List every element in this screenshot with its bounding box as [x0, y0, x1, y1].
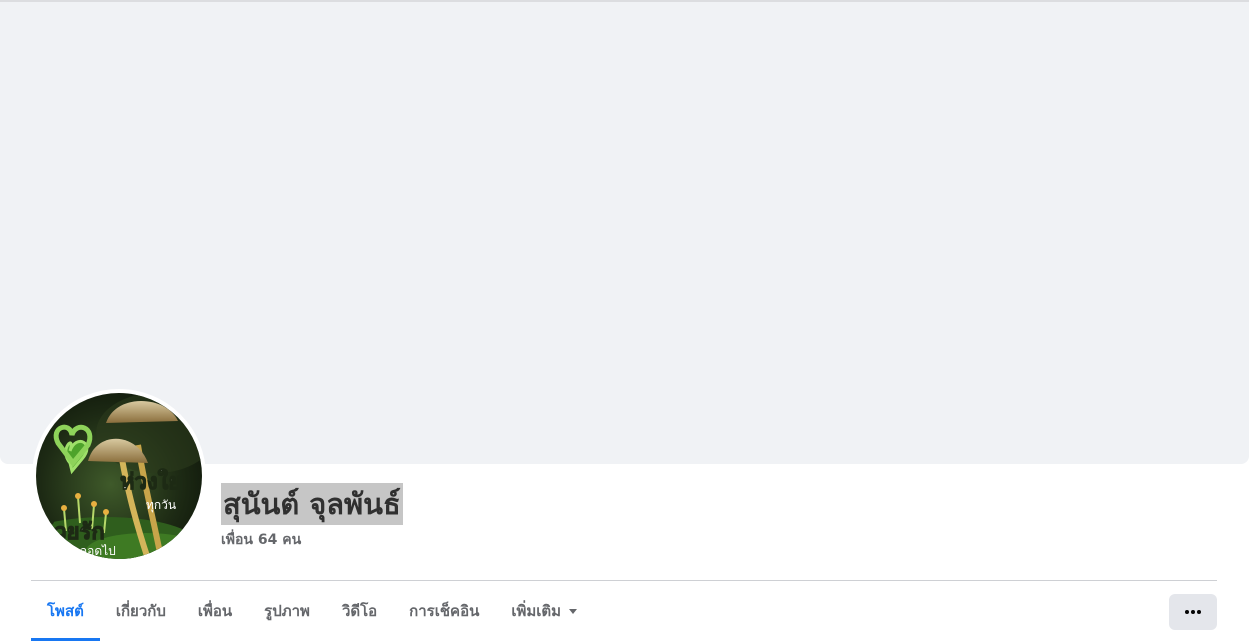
chevron-down-icon [569, 608, 578, 614]
avatar-text-1: ห่วงใย [120, 468, 181, 495]
scrollbar-gutter [1249, 0, 1254, 641]
friends-count-link[interactable]: เพื่อน 64 คน [221, 530, 301, 550]
avatar-text-4: ตลอดไป [72, 544, 116, 558]
avatar-text-2: ทุกวัน [146, 498, 176, 513]
more-options-button[interactable] [1169, 594, 1217, 630]
tab-label: การเช็คอิน [409, 602, 480, 620]
tab-label: เพื่อน [197, 602, 233, 620]
tab-friends[interactable]: เพื่อน [182, 581, 248, 641]
tab-photos[interactable]: รูปภาพ [248, 581, 326, 641]
profile-name: สุนันต์ จุลพันธ์ [221, 483, 403, 525]
more-horizontal-icon [1185, 610, 1201, 614]
tab-label: เกี่ยวกับ [115, 602, 166, 620]
tab-label: รูปภาพ [264, 602, 310, 620]
tab-about[interactable]: เกี่ยวกับ [100, 581, 182, 641]
profile-tabs: โพสต์ เกี่ยวกับ เพื่อน รูปภาพ วิดีโอ การ… [31, 581, 593, 641]
profile-page: ห่วงใย ทุกวัน ด้วยรัก ตลอดไป สุนันต์ จุล… [0, 0, 1254, 641]
avatar-text-3: ด้วยรัก [40, 520, 105, 545]
tab-posts[interactable]: โพสต์ [31, 581, 100, 641]
tab-more[interactable]: เพิ่มเติม [495, 581, 593, 641]
tab-videos[interactable]: วิดีโอ [326, 581, 393, 641]
tab-label: เพิ่มเติม [511, 602, 562, 620]
avatar-image: ห่วงใย ทุกวัน ด้วยรัก ตลอดไป [36, 393, 202, 559]
tab-label: วิดีโอ [341, 602, 378, 620]
profile-avatar[interactable]: ห่วงใย ทุกวัน ด้วยรัก ตลอดไป [32, 389, 206, 563]
tab-checkins[interactable]: การเช็คอิน [393, 581, 495, 641]
tab-label: โพสต์ [47, 602, 84, 620]
